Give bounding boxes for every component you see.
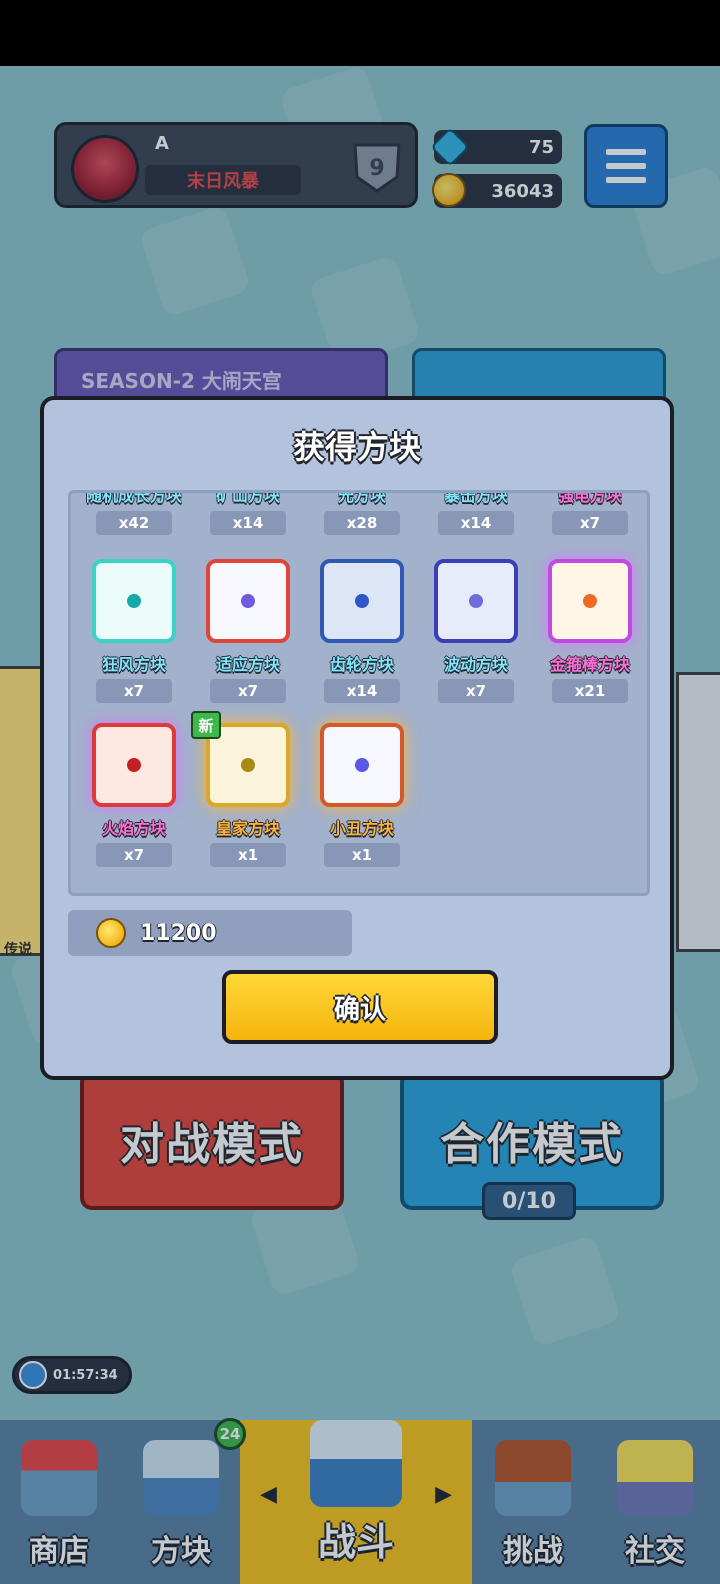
- block-count: x21: [552, 679, 628, 703]
- block-name: 波动方块: [443, 655, 508, 674]
- gear-block-icon: [320, 559, 404, 643]
- block-name: 火焰方块: [101, 819, 166, 838]
- gale-block-icon: [92, 559, 176, 643]
- list-item[interactable]: 随机成长方块 x42: [77, 493, 191, 543]
- gold-reward: 11200: [68, 910, 352, 956]
- dialog-title: 获得方块: [292, 428, 421, 466]
- obtained-blocks-dialog: 获得方块 随机成长方块 x42 矿山方块 x14 光方块 x28 暴击方块 x1…: [40, 396, 674, 1080]
- block-card-adapt[interactable]: 适应方块 x7: [191, 559, 305, 723]
- block-card-golden-staff[interactable]: 金箍棒方块 x21: [533, 559, 647, 723]
- block-count: x1: [210, 843, 286, 867]
- clown-block-icon: [320, 723, 404, 807]
- block-name: 金箍棒方块: [549, 655, 630, 674]
- block-card-gale[interactable]: 狂风方块 x7: [77, 559, 191, 723]
- block-count: x1: [324, 843, 400, 867]
- wave-block-icon: [434, 559, 518, 643]
- flame-block-icon: [92, 723, 176, 807]
- list-item[interactable]: 矿山方块 x14: [191, 493, 305, 543]
- list-item[interactable]: 暴击方块 x14: [419, 493, 533, 543]
- block-count: x14: [324, 679, 400, 703]
- block-count: x7: [210, 679, 286, 703]
- block-name: 齿轮方块: [329, 655, 394, 674]
- gold-reward-amount: 11200: [140, 920, 217, 946]
- adapt-block-icon: [206, 559, 290, 643]
- block-name: 狂风方块: [101, 655, 166, 674]
- block-card-clown[interactable]: 小丑方块 x1: [305, 723, 419, 887]
- block-card-gear[interactable]: 齿轮方块 x14: [305, 559, 419, 723]
- confirm-button[interactable]: 确认: [222, 970, 498, 1044]
- list-item[interactable]: 强电方块 x7: [533, 493, 647, 543]
- block-card-wave[interactable]: 波动方块 x7: [419, 559, 533, 723]
- block-card-flame[interactable]: 火焰方块 x7: [77, 723, 191, 887]
- golden-staff-block-icon: [548, 559, 632, 643]
- coin-icon: [96, 918, 126, 948]
- block-name: 适应方块: [215, 655, 280, 674]
- block-card-royal[interactable]: 新 皇家方块 x1: [191, 711, 305, 887]
- block-count: x7: [438, 679, 514, 703]
- block-name: 小丑方块: [329, 819, 394, 838]
- block-count: x7: [96, 843, 172, 867]
- blocks-grid[interactable]: 随机成长方块 x42 矿山方块 x14 光方块 x28 暴击方块 x14 强电方…: [68, 490, 650, 896]
- list-item[interactable]: 光方块 x28: [305, 493, 419, 543]
- block-name: 皇家方块: [215, 819, 280, 838]
- new-badge: 新: [191, 711, 221, 739]
- block-count: x7: [96, 679, 172, 703]
